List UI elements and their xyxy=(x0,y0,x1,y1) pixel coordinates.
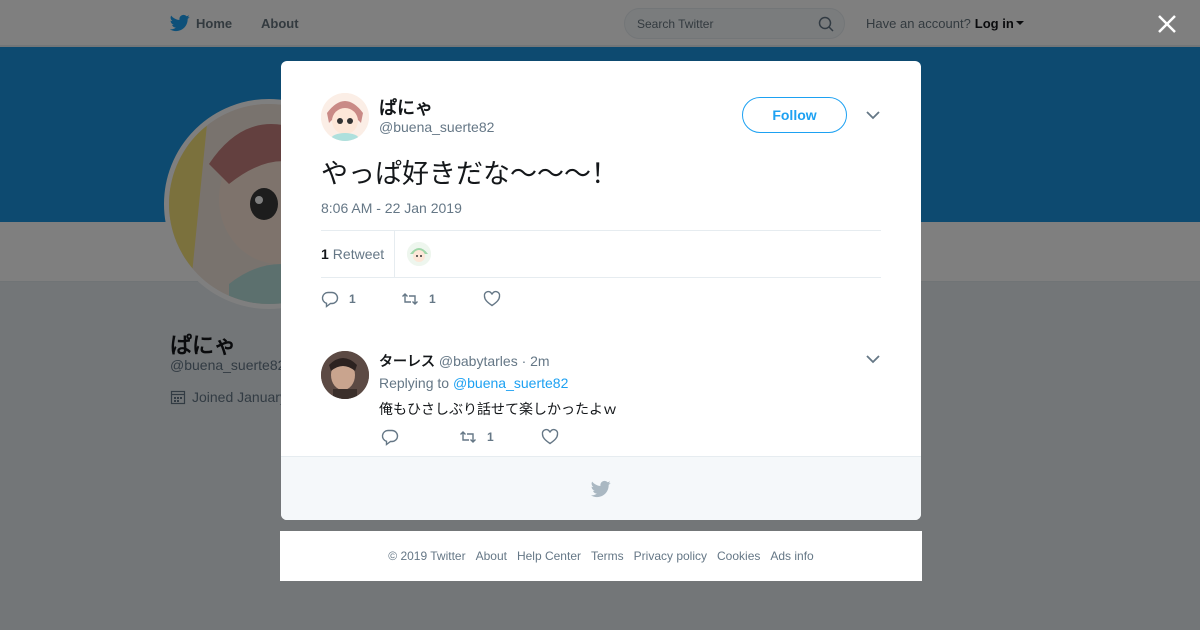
tweet-modal: ぱにゃ @buena_suerte82 Follow やっぱ好きだな〜〜〜！ 8… xyxy=(281,61,921,520)
reply-text: 俺もひさしぶり話せて楽しかったよｗ xyxy=(379,402,617,418)
retweet-count: 1 xyxy=(429,292,436,306)
reply-retweet-count: 1 xyxy=(487,430,494,444)
reply-time[interactable]: · 2m xyxy=(522,353,550,369)
follow-button[interactable]: Follow xyxy=(742,97,847,133)
tweet-timestamp[interactable]: 8:06 AM - 22 Jan 2019 xyxy=(321,200,462,216)
footer-copyright: © 2019 Twitter xyxy=(388,549,466,563)
replying-to: Replying to @buena_suerte82 xyxy=(379,375,568,391)
author-name[interactable]: ぱにゃ xyxy=(379,94,433,120)
reply-author-name[interactable]: ターレス xyxy=(379,353,435,369)
site-footer: © 2019 Twitter About Help Center Terms P… xyxy=(280,531,922,581)
reply-retweet-action[interactable]: 1 xyxy=(459,428,541,446)
replying-to-label: Replying to xyxy=(379,375,450,391)
tweet-actions: 1 1 xyxy=(321,288,511,310)
footer-link-terms[interactable]: Terms xyxy=(591,549,624,563)
twitter-bird-icon xyxy=(590,480,611,497)
author-handle[interactable]: @buena_suerte82 xyxy=(379,119,494,135)
author-avatar[interactable] xyxy=(321,93,369,141)
heart-icon xyxy=(483,290,501,307)
reply-actions: 1 xyxy=(381,428,569,446)
reply-icon xyxy=(381,429,399,446)
retweet-stat[interactable]: 1 Retweet xyxy=(321,230,396,278)
like-action[interactable] xyxy=(483,290,511,308)
reply-header: ターレス @babytarles · 2m xyxy=(379,351,550,371)
footer-link-about[interactable]: About xyxy=(476,549,507,563)
reply-icon xyxy=(321,291,339,308)
footer-link-cookies[interactable]: Cookies xyxy=(717,549,760,563)
replying-to-handle[interactable]: @buena_suerte82 xyxy=(453,375,568,391)
tweet-text: やっぱ好きだな〜〜〜！ xyxy=(321,159,618,190)
heart-icon xyxy=(541,428,559,445)
reply-reply-action[interactable] xyxy=(381,428,459,446)
reply-author-handle[interactable]: @babytarles xyxy=(439,353,518,369)
footer-link-ads-info[interactable]: Ads info xyxy=(770,549,813,563)
reply-like-action[interactable] xyxy=(541,428,569,446)
modal-footer xyxy=(281,456,921,520)
retweet-icon xyxy=(460,431,476,443)
retweet-stat-count: 1 xyxy=(321,246,329,262)
footer-link-help-center[interactable]: Help Center xyxy=(517,549,581,563)
chevron-down-icon[interactable] xyxy=(865,109,881,121)
reply-tweet[interactable]: ターレス @babytarles · 2m Replying to @buena… xyxy=(321,351,881,451)
reply-action[interactable]: 1 xyxy=(321,290,401,308)
retweet-stat-label: Retweet xyxy=(332,246,385,262)
chevron-down-icon[interactable] xyxy=(865,353,881,365)
reply-author-avatar[interactable] xyxy=(321,351,369,399)
retweet-action[interactable]: 1 xyxy=(401,290,483,308)
footer-link-privacy[interactable]: Privacy policy xyxy=(634,549,707,563)
tweet-stats: 1 Retweet xyxy=(321,230,881,278)
retweeter-avatar[interactable] xyxy=(407,242,432,266)
reply-count: 1 xyxy=(349,292,356,306)
close-icon[interactable] xyxy=(1155,12,1179,36)
retweet-icon xyxy=(402,293,418,305)
